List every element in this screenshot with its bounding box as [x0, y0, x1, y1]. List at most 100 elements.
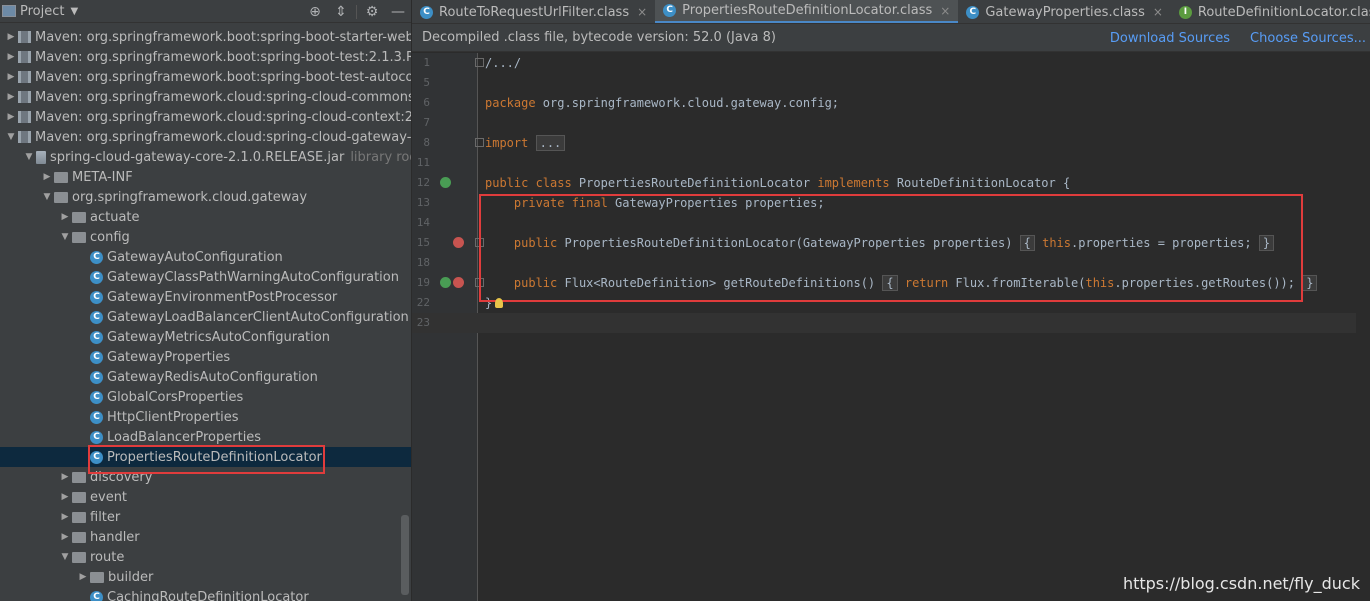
- expand-arrow-icon[interactable]: ▶: [58, 512, 72, 522]
- code-line[interactable]: 11: [412, 153, 1370, 173]
- code-editor[interactable]: 1 /.../ 5 6 package org.springframework.clou…: [412, 53, 1370, 601]
- editor-tab[interactable]: IRouteDefinitionLocator.class×: [1171, 0, 1370, 23]
- close-icon[interactable]: ×: [940, 4, 950, 18]
- code-line[interactable]: 13 private final GatewayProperties prope…: [412, 193, 1370, 213]
- editor-tab[interactable]: C GatewayProperties.class ×: [958, 0, 1171, 23]
- expand-arrow-icon[interactable]: ▶: [76, 572, 90, 582]
- lightbulb-icon[interactable]: [495, 298, 503, 308]
- collapse-arrow-icon[interactable]: ▼: [58, 552, 72, 562]
- expand-arrow-icon[interactable]: ▶: [40, 172, 54, 182]
- tree-item[interactable]: C GatewayClassPathWarningAutoConfiguratio…: [0, 267, 411, 287]
- code-line[interactable]: 23: [412, 313, 1370, 333]
- implements-icon[interactable]: [440, 277, 451, 288]
- code-line[interactable]: 7: [412, 113, 1370, 133]
- tree-item[interactable]: C LoadBalancerProperties: [0, 427, 411, 447]
- collapse-all-icon[interactable]: ⇕: [328, 4, 354, 20]
- code-line[interactable]: 14: [412, 213, 1370, 233]
- fold-toggle-icon[interactable]: [475, 278, 484, 287]
- tree-item[interactable]: ▶ META-INF: [0, 167, 411, 187]
- code-line[interactable]: 15 public PropertiesRouteDefinitionLocat…: [412, 233, 1370, 253]
- tree-item[interactable]: C GatewayLoadBalancerClientAutoConfigurat…: [0, 307, 411, 327]
- choose-sources-link[interactable]: Choose Sources...: [1250, 31, 1366, 46]
- expand-arrow-icon[interactable]: ▶: [4, 92, 18, 102]
- tree-scrollbar[interactable]: [401, 515, 409, 595]
- tree-item[interactable]: ▶ Maven: org.springframework.boot:spring-…: [0, 27, 411, 47]
- tree-item[interactable]: C GatewayAutoConfiguration: [0, 247, 411, 267]
- close-icon[interactable]: ×: [637, 5, 647, 19]
- code-line[interactable]: 22}: [412, 293, 1370, 313]
- breakpoint-icon[interactable]: [453, 237, 464, 248]
- collapse-arrow-icon[interactable]: ▼: [22, 152, 36, 162]
- tree-item[interactable]: C GatewayRedisAutoConfiguration: [0, 367, 411, 387]
- editor-panel: C RouteToRequestUrlFilter.class × C Properti…: [412, 0, 1370, 601]
- tree-item[interactable]: ▶ Maven: org.springframework.cloud:spring…: [0, 107, 411, 127]
- fold-toggle-icon[interactable]: [475, 238, 484, 247]
- tree-item[interactable]: ▶ builder: [0, 567, 411, 587]
- project-icon: [2, 5, 16, 17]
- tree-item[interactable]: ▶ discovery: [0, 467, 411, 487]
- expand-arrow-icon[interactable]: ▶: [58, 492, 72, 502]
- tree-item[interactable]: ▼ Maven: org.springframework.cloud:spring…: [0, 127, 411, 147]
- tree-item[interactable]: ▼ org.springframework.cloud.gateway: [0, 187, 411, 207]
- fold-toggle-icon[interactable]: [475, 138, 484, 147]
- tree-item[interactable]: ▶ handler: [0, 527, 411, 547]
- tree-item[interactable]: C HttpClientProperties: [0, 407, 411, 427]
- code-line[interactable]: 8 import ...: [412, 133, 1370, 153]
- code-line[interactable]: 1 /.../: [412, 53, 1370, 73]
- tree-item[interactable]: ▼ spring-cloud-gateway-core-2.1.0.RELEASE…: [0, 147, 411, 167]
- expand-arrow-icon[interactable]: ▶: [58, 212, 72, 222]
- project-header: Project ▼ ⊕ ⇕ ⚙ —: [0, 0, 411, 23]
- interface-icon: I: [1178, 5, 1192, 19]
- tree-item-label: Maven: org.springframework.cloud:spring-…: [35, 129, 411, 145]
- code-line[interactable]: 12 public class PropertiesRouteDefinition…: [412, 173, 1370, 193]
- tree-item[interactable]: ▶ event: [0, 487, 411, 507]
- close-icon[interactable]: ×: [1153, 5, 1163, 19]
- tree-item[interactable]: ▼ config: [0, 227, 411, 247]
- fold-toggle-icon[interactable]: [475, 58, 484, 67]
- collapse-arrow-icon[interactable]: ▼: [58, 232, 72, 242]
- tree-item[interactable]: ▶ Maven: org.springframework.boot:spring-…: [0, 67, 411, 87]
- chevron-down-icon[interactable]: ▼: [70, 6, 78, 17]
- tree-item[interactable]: ▶ actuate: [0, 207, 411, 227]
- hide-icon[interactable]: —: [385, 4, 411, 20]
- gear-icon[interactable]: ⚙: [359, 4, 385, 20]
- expand-arrow-icon[interactable]: ▶: [58, 532, 72, 542]
- breakpoint-icon[interactable]: [453, 277, 464, 288]
- expand-arrow-icon[interactable]: ▶: [4, 72, 18, 82]
- class-icon: C: [90, 290, 103, 304]
- tree-item[interactable]: ▶ Maven: org.springframework.boot:spring-…: [0, 47, 411, 67]
- implements-icon[interactable]: [440, 177, 451, 188]
- code-line[interactable]: 19 public Flux<RouteDefinition> getRoute…: [412, 273, 1370, 293]
- tree-item[interactable]: C GatewayProperties: [0, 347, 411, 367]
- watermark: https://blog.csdn.net/fly_duck: [1122, 574, 1360, 593]
- editor-tab[interactable]: C PropertiesRouteDefinitionLocator.class ×: [655, 0, 959, 23]
- package-icon: [72, 511, 86, 523]
- locate-icon[interactable]: ⊕: [302, 4, 328, 20]
- expand-arrow-icon[interactable]: ▶: [4, 32, 18, 42]
- tree-item[interactable]: C GlobalCorsProperties: [0, 387, 411, 407]
- download-sources-link[interactable]: Download Sources: [1110, 31, 1230, 46]
- code-line[interactable]: 5: [412, 73, 1370, 93]
- package-icon: [72, 231, 86, 243]
- tree-item[interactable]: C CachingRouteDefinitionLocator: [0, 587, 411, 601]
- class-icon: C: [966, 5, 980, 19]
- code-line[interactable]: 18: [412, 253, 1370, 273]
- collapse-arrow-icon[interactable]: ▼: [40, 192, 54, 202]
- tree-item[interactable]: C GatewayMetricsAutoConfiguration: [0, 327, 411, 347]
- tree-item-label: CachingRouteDefinitionLocator: [107, 589, 309, 601]
- project-title[interactable]: Project: [20, 4, 64, 19]
- expand-arrow-icon[interactable]: ▶: [58, 472, 72, 482]
- class-icon: C: [90, 250, 103, 264]
- collapse-arrow-icon[interactable]: ▼: [4, 132, 18, 142]
- tree-item[interactable]: ▶ Maven: org.springframework.cloud:spring…: [0, 87, 411, 107]
- library-icon: [18, 51, 31, 63]
- editor-tab[interactable]: C RouteToRequestUrlFilter.class ×: [412, 0, 655, 23]
- expand-arrow-icon[interactable]: ▶: [4, 112, 18, 122]
- code-line[interactable]: 6 package org.springframework.cloud.gatew…: [412, 93, 1370, 113]
- tree-item[interactable]: ▶ filter: [0, 507, 411, 527]
- tree-item[interactable]: ▼ route: [0, 547, 411, 567]
- tree-item[interactable]: C GatewayEnvironmentPostProcessor: [0, 287, 411, 307]
- expand-arrow-icon[interactable]: ▶: [4, 52, 18, 62]
- tree-item[interactable]: C PropertiesRouteDefinitionLocator: [0, 447, 411, 467]
- editor-scrollbar[interactable]: [1356, 53, 1370, 601]
